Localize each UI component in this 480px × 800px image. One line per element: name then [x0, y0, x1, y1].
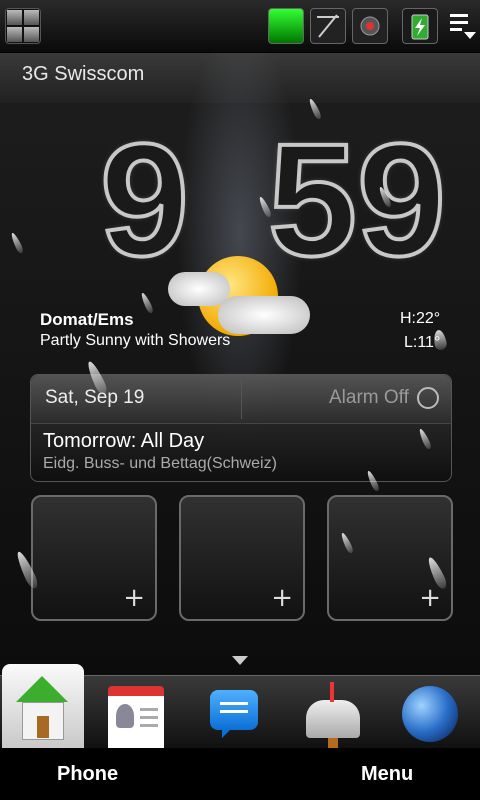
shortcut-slot-1[interactable]: +	[31, 495, 157, 621]
add-shortcut-icon: +	[419, 583, 441, 613]
windows-start-quadrant	[7, 10, 22, 25]
add-shortcut-icon: +	[123, 583, 145, 613]
windows-start-icon[interactable]	[5, 8, 41, 44]
shortcut-slot-3[interactable]: +	[327, 495, 453, 621]
camera-icon[interactable]	[352, 8, 388, 44]
message-line	[220, 702, 248, 705]
house-roof	[16, 676, 68, 702]
calendar-date[interactable]: Sat, Sep 19	[45, 387, 144, 409]
signal-strength-icon[interactable]	[268, 8, 304, 44]
weather-high: H:22°	[400, 310, 441, 327]
internet-globe-icon[interactable]	[402, 686, 458, 742]
phone-softkey[interactable]: Phone	[57, 763, 118, 786]
event-subtitle: Eidg. Buss- und Bettag(Schweiz)	[43, 455, 277, 472]
cloud-shape	[218, 296, 310, 334]
clock-hour[interactable]: 9	[98, 118, 191, 282]
message-tail	[222, 728, 232, 738]
contact-line	[140, 716, 158, 719]
windows-start-quadrant	[7, 27, 22, 42]
contacts-icon[interactable]	[108, 686, 164, 752]
weather-condition: Partly Sunny with Showers	[40, 332, 231, 349]
weather-city: Domat/Ems	[40, 310, 134, 329]
shortcut-slot-2[interactable]: +	[179, 495, 305, 621]
messages-icon[interactable]	[210, 690, 258, 738]
battery-charging-icon[interactable]	[402, 8, 438, 44]
windows-start-quadrant	[24, 10, 39, 25]
message-line	[220, 710, 248, 713]
calendar-panel[interactable]: Sat, Sep 19 Alarm Off Tomorrow: All Day …	[30, 374, 452, 482]
house-door	[37, 716, 49, 738]
alarm-status[interactable]: Alarm Off	[329, 387, 409, 409]
event-title[interactable]: Tomorrow: All Day	[43, 430, 204, 453]
cloud-shape	[168, 272, 230, 306]
home-icon[interactable]	[2, 664, 84, 748]
clock-minute[interactable]: 59	[266, 118, 448, 282]
mailbox-flag	[330, 682, 334, 702]
panel-divider	[241, 379, 242, 419]
windows-start-quadrant	[24, 27, 39, 42]
contact-line	[140, 708, 158, 711]
operator-name: 3G Swisscom	[22, 63, 145, 85]
expand-arrow-icon[interactable]	[232, 656, 248, 665]
contact-line	[140, 724, 158, 727]
contact-person-shape	[116, 704, 134, 728]
menu-softkey[interactable]: Menu	[361, 763, 413, 786]
mail-icon[interactable]	[306, 682, 360, 750]
add-shortcut-icon: +	[271, 583, 293, 613]
menu-indicator-icon[interactable]	[448, 8, 478, 42]
no-data-icon[interactable]	[310, 8, 346, 44]
alarm-clock-icon[interactable]	[417, 387, 439, 409]
